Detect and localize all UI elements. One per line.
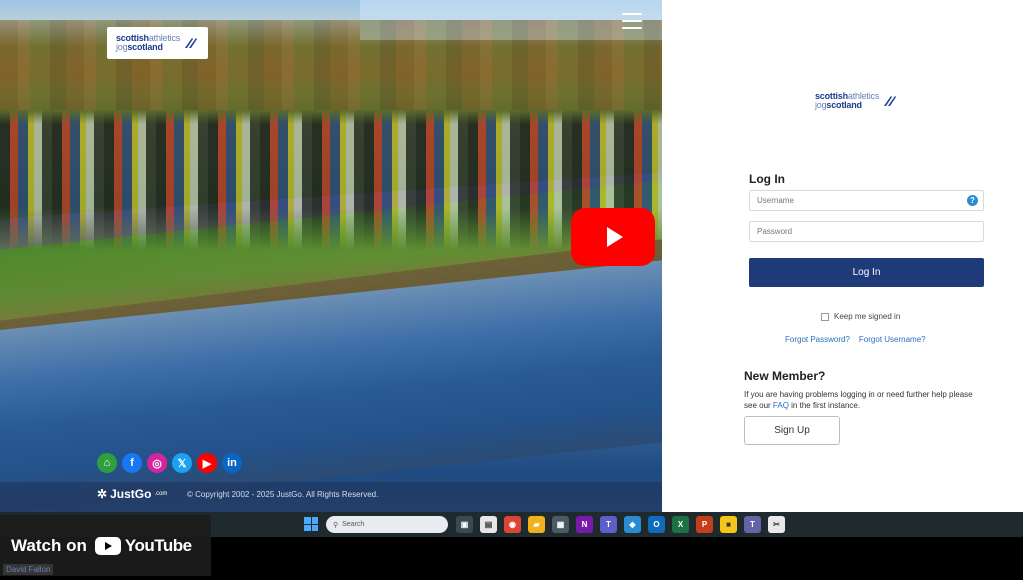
excel-icon[interactable]: X — [672, 516, 689, 533]
copyright-text: © Copyright 2002 - 2025 JustGo. All Righ… — [187, 490, 379, 499]
video-embed: scottishathletics jogscotland ⌂ f ◎ 𝕏 ▶ in ✲ … — [0, 0, 1023, 580]
hero-photo: scottishathletics jogscotland ⌂ f ◎ 𝕏 ▶ in ✲ … — [0, 0, 662, 512]
channel-name[interactable]: David Fallon — [3, 564, 54, 575]
login-panel: scottishathletics jogscotland Log In Use… — [662, 0, 1023, 512]
outlook-icon[interactable]: O — [648, 516, 665, 533]
file-explorer-icon[interactable]: ▰ — [528, 516, 545, 533]
play-button[interactable] — [571, 208, 655, 266]
keep-signed-in-checkbox[interactable] — [821, 312, 829, 321]
teams-purple-icon[interactable]: T — [600, 516, 617, 533]
youtube-icon[interactable]: ▶ — [197, 453, 217, 473]
instagram-icon[interactable]: ◎ — [147, 453, 167, 473]
sign-up-button[interactable]: Sign Up — [744, 416, 840, 445]
forgot-username-link[interactable]: Forgot Username? — [859, 335, 926, 344]
password-field[interactable]: Password — [749, 221, 984, 242]
sticky-notes-icon[interactable]: ■ — [720, 516, 737, 533]
runner-logo-icon — [884, 96, 897, 106]
taskbar-apps: ▣ ▤ ◉ ▰ ▦ N T ◆ O X P ■ T ✂ — [456, 516, 785, 533]
windows-start-icon[interactable] — [304, 517, 318, 531]
help-text: If you are having problems logging in or… — [744, 390, 973, 410]
new-member-title: New Member? — [744, 369, 826, 383]
onenote-icon[interactable]: N — [576, 516, 593, 533]
file-icon[interactable]: ▤ — [480, 516, 497, 533]
username-field[interactable]: Username ? — [749, 190, 984, 211]
justgo-mark-icon: ✲ — [97, 487, 108, 501]
social-links: ⌂ f ◎ 𝕏 ▶ in — [97, 453, 242, 473]
login-title: Log In — [749, 172, 785, 186]
linkedin-icon[interactable]: in — [222, 453, 242, 473]
justgo-logo[interactable]: ✲ JustGo .com — [97, 487, 167, 501]
menu-icon[interactable] — [622, 13, 642, 29]
youtube-logo: YouTube — [94, 536, 192, 556]
taskbar-search[interactable]: ⚲ Search — [326, 516, 448, 533]
keep-signed-in[interactable]: Keep me signed in — [821, 312, 900, 321]
forgot-password-link[interactable]: Forgot Password? — [785, 335, 850, 344]
task-view-icon[interactable]: ▣ — [456, 516, 473, 533]
powerpoint-icon[interactable]: P — [696, 516, 713, 533]
teams-icon[interactable]: T — [744, 516, 761, 533]
x-icon[interactable]: 𝕏 — [172, 453, 192, 473]
calculator-icon[interactable]: ▦ — [552, 516, 569, 533]
play-icon — [607, 227, 623, 247]
faq-link[interactable]: FAQ — [773, 401, 789, 410]
search-icon: ⚲ — [333, 521, 339, 529]
people-icon[interactable]: ◆ — [624, 516, 641, 533]
runners-crowd — [0, 110, 662, 250]
scottish-athletics-logo-small: scottishathletics jogscotland — [815, 92, 898, 110]
snipping-tool-icon[interactable]: ✂ — [768, 516, 785, 533]
login-button[interactable]: Log In — [749, 258, 984, 287]
forgot-links: Forgot Password? Forgot Username? — [785, 335, 926, 344]
scottish-athletics-logo[interactable]: scottishathletics jogscotland — [107, 27, 208, 59]
youtube-play-icon — [94, 536, 121, 555]
help-icon[interactable]: ? — [967, 195, 978, 206]
chrome-icon[interactable]: ◉ — [504, 516, 521, 533]
facebook-icon[interactable]: f — [122, 453, 142, 473]
runner-logo-icon — [185, 38, 198, 48]
home-icon[interactable]: ⌂ — [97, 453, 117, 473]
